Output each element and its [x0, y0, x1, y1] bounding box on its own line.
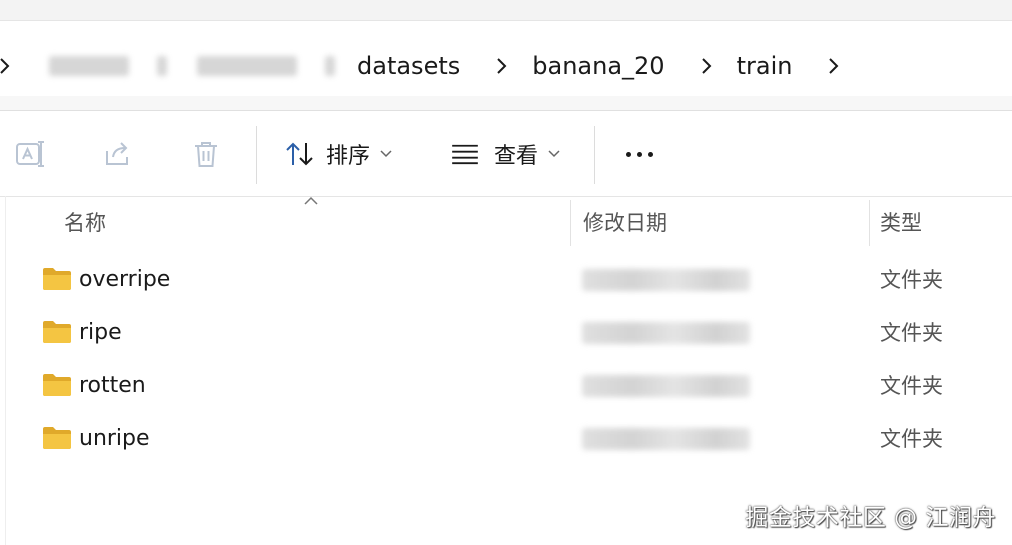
file-row[interactable]: unripe 文件夹: [0, 413, 1012, 465]
chevron-down-icon: [548, 150, 560, 158]
view-label: 查看: [494, 144, 539, 169]
column-header-type[interactable]: 类型: [880, 197, 922, 247]
folder-icon: [43, 427, 71, 449]
file-name[interactable]: ripe: [79, 307, 122, 359]
file-row[interactable]: rotten 文件夹: [0, 360, 1012, 412]
column-header-date-modified[interactable]: 修改日期: [583, 197, 667, 247]
chevron-right-icon[interactable]: [826, 54, 842, 78]
file-type: 文件夹: [880, 268, 943, 292]
file-name[interactable]: rotten: [79, 360, 146, 412]
breadcrumb-redacted-separator: [325, 56, 335, 76]
file-row[interactable]: overripe 文件夹: [0, 254, 1012, 306]
sort-ascending-caret-icon: [304, 196, 318, 205]
file-date-redacted: [582, 269, 750, 291]
rename-icon: [16, 141, 44, 167]
more-icon: [625, 151, 653, 157]
file-name[interactable]: overripe: [79, 254, 170, 306]
delete-button[interactable]: [186, 112, 226, 196]
chevron-right-icon[interactable]: [699, 54, 715, 78]
file-type: 文件夹: [880, 374, 943, 398]
title-strip: [0, 0, 1012, 21]
trash-icon: [195, 142, 217, 167]
file-row[interactable]: ripe 文件夹: [0, 307, 1012, 359]
watermark: 掘金技术社区 @ 江润舟: [745, 505, 996, 531]
file-date-redacted: [582, 322, 750, 344]
breadcrumb-item-banana-20[interactable]: banana_20: [532, 54, 664, 78]
share-icon: [106, 142, 128, 165]
file-type: 文件夹: [880, 427, 943, 451]
sort-button[interactable]: 排序: [284, 112, 392, 196]
file-date-redacted: [582, 375, 750, 397]
column-header-name[interactable]: 名称: [64, 197, 106, 247]
sort-label: 排序: [326, 144, 371, 169]
toolbar-divider: [594, 126, 595, 184]
breadcrumb-redacted-segment[interactable]: [49, 56, 129, 76]
rename-button[interactable]: [10, 112, 50, 196]
more-options-button[interactable]: [622, 112, 656, 196]
folder-icon: [43, 321, 71, 343]
breadcrumb-redacted-segment[interactable]: [197, 56, 297, 76]
folder-icon: [43, 268, 71, 290]
command-bar: 排序 查看: [0, 112, 1012, 197]
chevron-down-icon: [380, 150, 392, 158]
column-resize-handle[interactable]: [869, 200, 870, 246]
breadcrumb-redacted-separator: [157, 56, 167, 76]
file-type: 文件夹: [880, 321, 943, 345]
view-button[interactable]: 查看: [450, 112, 560, 196]
address-bar[interactable]: datasets banana_20 train: [0, 36, 1012, 96]
toolbar-divider: [256, 126, 257, 184]
file-date-redacted: [582, 428, 750, 450]
chevron-right-icon[interactable]: [494, 54, 510, 78]
breadcrumb-item-train[interactable]: train: [737, 54, 793, 78]
address-bar-shadow: [0, 96, 1012, 111]
file-name[interactable]: unripe: [79, 413, 150, 465]
view-list-icon: [452, 144, 478, 165]
share-button[interactable]: [98, 112, 138, 196]
sort-icon: [286, 142, 313, 166]
folder-icon: [43, 374, 71, 396]
column-resize-handle[interactable]: [570, 200, 571, 246]
breadcrumb-item-datasets[interactable]: datasets: [357, 54, 460, 78]
chevron-right-icon[interactable]: [0, 54, 13, 78]
